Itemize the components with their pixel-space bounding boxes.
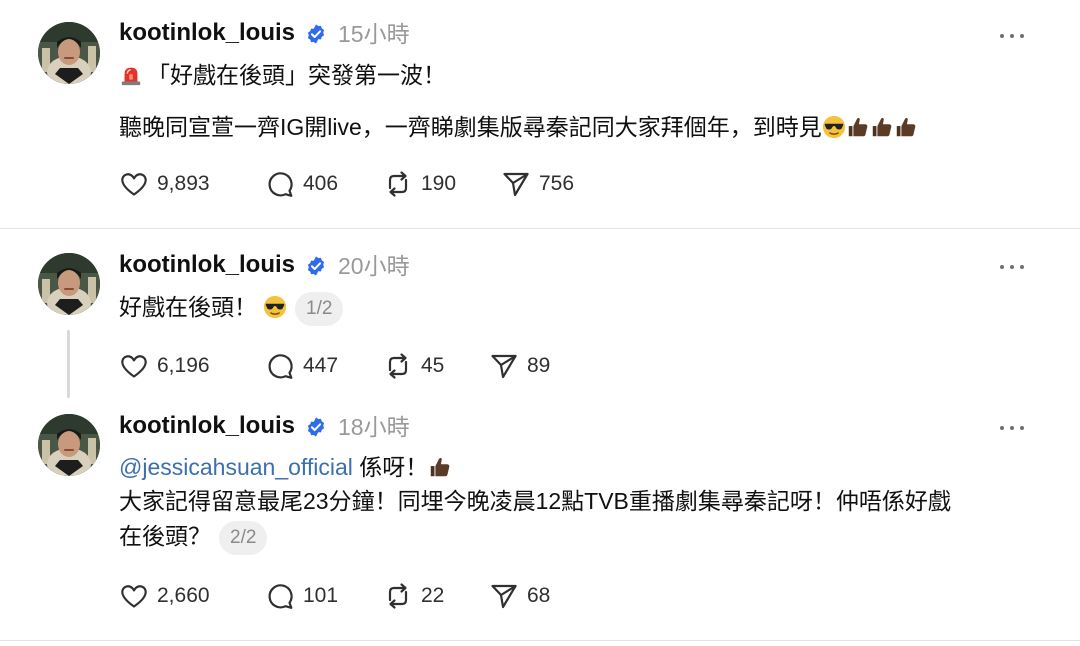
siren-emoji <box>119 63 143 87</box>
repost-count: 190 <box>421 172 457 195</box>
like-button[interactable]: 2,660 <box>119 581 210 611</box>
verified-badge-icon <box>305 255 327 277</box>
share-button[interactable]: 68 <box>489 581 550 611</box>
share-button[interactable]: 89 <box>489 351 550 381</box>
username[interactable]: kootinlok_louis <box>119 19 295 47</box>
more-options-icon[interactable] <box>998 423 1026 433</box>
post-text: 「好戲在後頭」突發第一波！ <box>147 62 446 88</box>
avatar[interactable] <box>38 414 100 476</box>
post-text: 好戲在後頭！ <box>119 294 257 321</box>
sunglasses-emoji <box>822 115 846 139</box>
post-text-line: 好戲在後頭！ 1/2 <box>119 292 344 326</box>
share-count: 89 <box>527 354 551 377</box>
thread-page-indicator: 2/2 <box>219 521 268 555</box>
repost-icon <box>383 581 413 611</box>
thumbs-up-emoji <box>846 115 870 139</box>
like-button[interactable]: 6,196 <box>119 351 210 381</box>
send-icon <box>501 169 531 199</box>
more-options-icon[interactable] <box>998 31 1026 41</box>
comment-count: 101 <box>303 584 339 607</box>
comment-bubble-icon <box>265 169 295 199</box>
sunglasses-emoji <box>263 295 287 319</box>
post-text: 聽晚同宣萱一齊IG開live，一齊睇劇集版尋秦記同大家拜個年，到時見 <box>119 114 822 140</box>
verified-badge-icon <box>305 23 327 45</box>
action-bar: 9,893 406 190 756 <box>119 169 719 199</box>
post-1[interactable]: kootinlok_louis 15小時 「好戲在後頭」突發第一波！ 聽晚同宣萱… <box>0 0 1080 228</box>
divider <box>0 228 1080 229</box>
divider <box>0 640 1080 641</box>
repost-button[interactable]: 190 <box>383 169 456 199</box>
comment-button[interactable]: 101 <box>265 581 338 611</box>
thumbs-up-emoji <box>428 455 452 479</box>
repost-count: 22 <box>421 584 445 607</box>
repost-count: 45 <box>421 354 445 377</box>
repost-button[interactable]: 22 <box>383 581 444 611</box>
comment-button[interactable]: 406 <box>265 169 338 199</box>
action-bar: 6,196 447 45 89 <box>119 351 719 381</box>
thread-page-indicator: 1/2 <box>295 292 344 326</box>
comment-bubble-icon <box>265 351 295 381</box>
post-text-line: 在後頭？ 2/2 <box>119 521 268 555</box>
comment-count: 447 <box>303 354 339 377</box>
thumbs-up-emoji <box>894 115 918 139</box>
username[interactable]: kootinlok_louis <box>119 412 295 440</box>
repost-button[interactable]: 45 <box>383 351 444 381</box>
send-icon <box>489 581 519 611</box>
post-text-line: 「好戲在後頭」突發第一波！ <box>119 60 446 90</box>
post-text: 在後頭？ <box>119 523 211 550</box>
heart-icon <box>119 351 149 381</box>
more-options-icon[interactable] <box>998 262 1026 272</box>
avatar[interactable] <box>38 22 100 84</box>
like-button[interactable]: 9,893 <box>119 169 210 199</box>
post-text: 係呀！ <box>359 454 429 480</box>
share-button[interactable]: 756 <box>501 169 574 199</box>
avatar[interactable] <box>38 253 100 315</box>
heart-icon <box>119 581 149 611</box>
timestamp[interactable]: 20小時 <box>338 252 410 280</box>
repost-icon <box>383 169 413 199</box>
verified-badge-icon <box>305 416 327 438</box>
comment-bubble-icon <box>265 581 295 611</box>
action-bar: 2,660 101 22 68 <box>119 581 719 611</box>
comment-count: 406 <box>303 172 339 195</box>
comment-button[interactable]: 447 <box>265 351 338 381</box>
timestamp[interactable]: 15小時 <box>338 20 410 48</box>
share-count: 756 <box>539 172 575 195</box>
post-text-line: @jessicahsuan_official 係呀！ <box>119 452 452 482</box>
share-count: 68 <box>527 584 551 607</box>
heart-icon <box>119 169 149 199</box>
send-icon <box>489 351 519 381</box>
repost-icon <box>383 351 413 381</box>
like-count: 6,196 <box>157 354 210 377</box>
mention-link[interactable]: @jessicahsuan_official <box>119 454 353 480</box>
post-text-line: 聽晚同宣萱一齊IG開live，一齊睇劇集版尋秦記同大家拜個年，到時見 <box>119 112 918 142</box>
username[interactable]: kootinlok_louis <box>119 251 295 279</box>
thread-line <box>67 330 70 398</box>
post-text-line: 大家記得留意最尾23分鐘！同埋今晚凌晨12點TVB重播劇集尋秦記呀！仲唔係好戲 <box>119 488 951 514</box>
timestamp[interactable]: 18小時 <box>338 413 410 441</box>
like-count: 9,893 <box>157 172 210 195</box>
thumbs-up-emoji <box>870 115 894 139</box>
like-count: 2,660 <box>157 584 210 607</box>
